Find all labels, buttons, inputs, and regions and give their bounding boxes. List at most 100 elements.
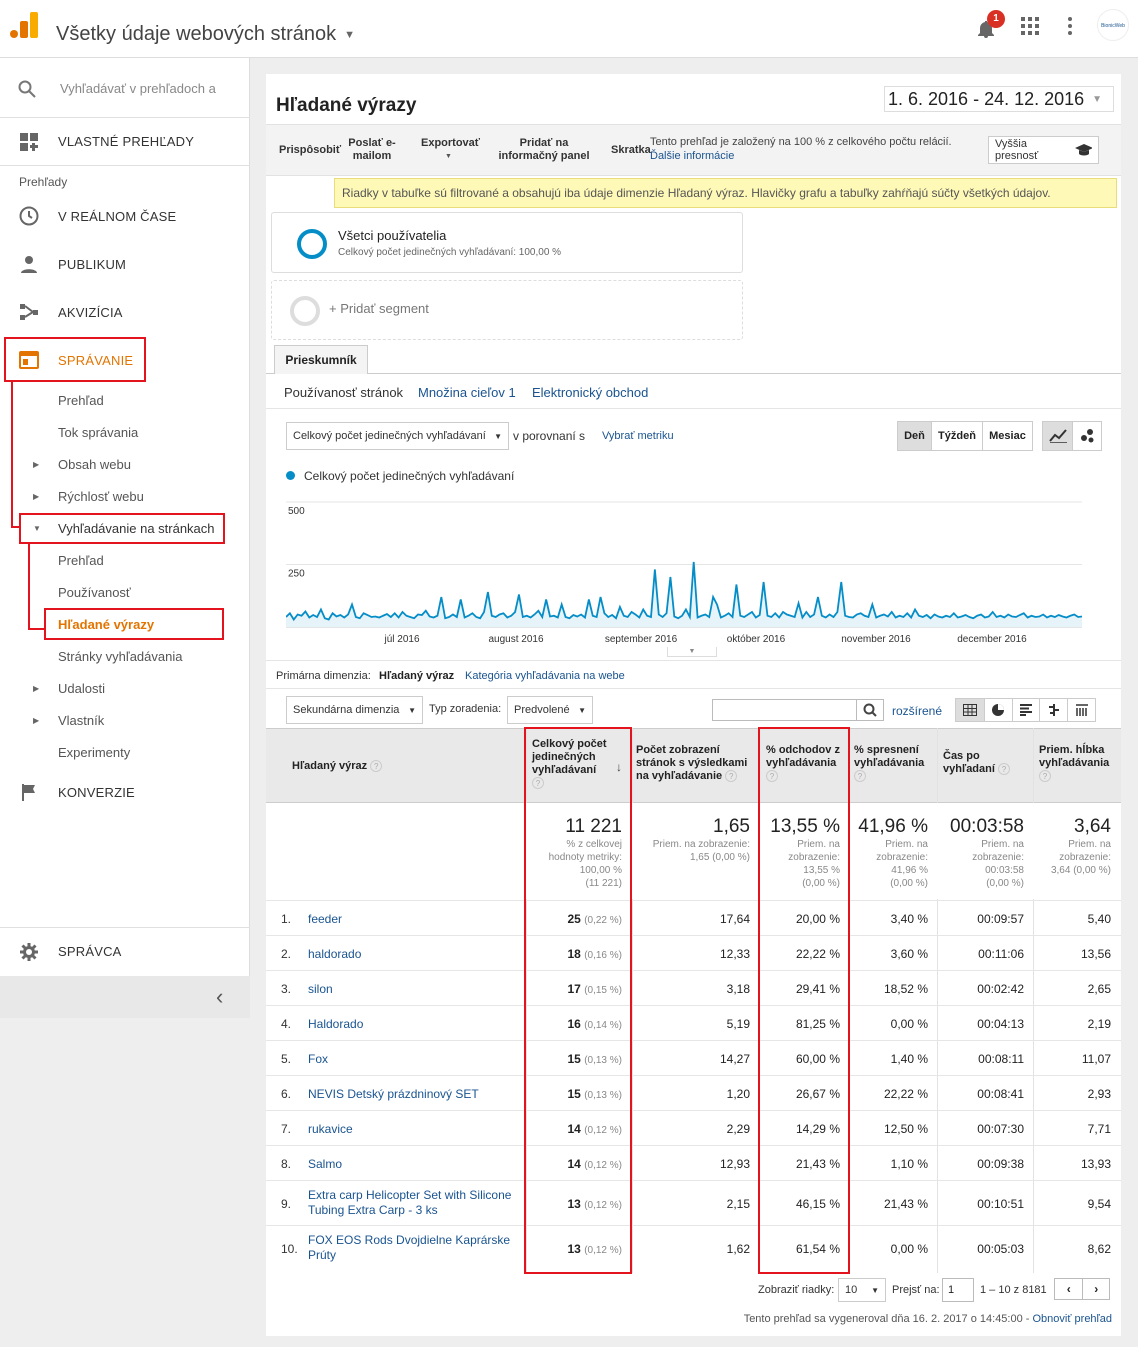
table-filter-input[interactable] — [712, 699, 857, 721]
flag-icon — [0, 783, 58, 801]
search-term-link[interactable]: FOX EOS Rods Dvojdielne Kaprárske Prúty — [308, 1233, 523, 1263]
segment-card[interactable]: Všetci používatelia Celkový počet jedine… — [271, 212, 743, 273]
table-search-button[interactable] — [856, 699, 884, 721]
period-month-button[interactable]: Mesiac — [982, 422, 1032, 450]
nav-label: V REÁLNOM ČASE — [58, 208, 177, 224]
export-button[interactable]: Exportovať — [421, 137, 480, 149]
secondary-dimension-select[interactable]: Sekundárna dimenzia ▼ — [286, 696, 423, 724]
nav-audience[interactable]: PUBLIKUM — [0, 240, 250, 288]
nav-admin[interactable]: SPRÁVCA — [0, 927, 250, 975]
nav-site-search-overview[interactable]: Prehľad — [58, 553, 104, 568]
expand-right-icon[interactable]: ▶ — [33, 492, 39, 501]
pie-view-icon[interactable] — [983, 699, 1012, 721]
more-info-link[interactable]: Ďalšie informácie — [650, 150, 734, 162]
nav-experiments[interactable]: Experimenty — [58, 745, 130, 760]
search-term-link[interactable]: Extra carp Helicopter Set with Silicone … — [308, 1188, 523, 1218]
search-term-link[interactable]: rukavice — [308, 1122, 523, 1137]
performance-view-icon[interactable] — [1011, 699, 1040, 721]
apps-grid-icon[interactable] — [1021, 17, 1039, 40]
search-input[interactable]: Vyhľadávať v prehľadoch a — [60, 81, 216, 96]
motion-chart-icon[interactable] — [1072, 422, 1101, 450]
rows-per-page-select[interactable]: 10 ▼ — [838, 1278, 886, 1302]
subtab-site-usage[interactable]: Používanosť stránok — [284, 385, 403, 400]
add-to-dashboard-button[interactable]: Pridať na informačný panel — [494, 137, 594, 163]
nav-events[interactable]: Udalosti — [58, 681, 105, 696]
primary-dimension-value[interactable]: Hľadaný výraz — [379, 670, 454, 682]
search-term-link[interactable]: Fox — [308, 1052, 523, 1067]
column-header-refinements[interactable]: % spresnení vyhľadávania? — [854, 744, 934, 783]
table-view-icon[interactable] — [956, 699, 984, 721]
prev-page-icon[interactable]: ‹ — [1055, 1279, 1082, 1299]
total-subtext: 1,65 (0,00 %) — [689, 852, 750, 863]
dashboard-icon — [0, 132, 58, 151]
pivot-view-icon[interactable] — [1067, 699, 1095, 721]
next-page-icon[interactable]: › — [1082, 1279, 1109, 1299]
total-subtext: (0,00 %) — [986, 878, 1024, 889]
add-segment[interactable]: + Pridať segment — [271, 280, 743, 340]
nav-search-pages[interactable]: Stránky vyhľadávania — [58, 649, 182, 664]
tab-explorer[interactable]: Prieskumník — [274, 345, 368, 374]
nav-behavior-overview[interactable]: Prehľad — [58, 393, 104, 408]
help-icon[interactable]: ? — [854, 770, 866, 783]
nav-site-content[interactable]: Obsah webu — [58, 457, 131, 472]
search-term-link[interactable]: NEVIS Detský prázdninový SET — [308, 1087, 523, 1102]
help-icon[interactable]: ? — [370, 760, 383, 773]
search-term-link[interactable]: Salmo — [308, 1157, 523, 1172]
property-selector[interactable]: Všetky údaje webových stránok ▼ — [56, 23, 355, 46]
date-range-picker[interactable]: 1. 6. 2016 - 24. 12. 2016 ▼ — [884, 86, 1114, 112]
customize-button[interactable]: Prispôsobiť — [279, 144, 341, 156]
collapse-sidebar-icon[interactable]: ‹ — [216, 984, 223, 1010]
expand-right-icon[interactable]: ▶ — [33, 460, 39, 469]
email-button[interactable]: Poslať e-mailom — [348, 137, 396, 163]
nav-publisher[interactable]: Vlastník — [58, 713, 104, 728]
chart-resize-handle[interactable]: ▼ — [667, 647, 717, 657]
column-header-time-after-search[interactable]: Čas po vyhľadaní ? — [943, 750, 1023, 776]
help-icon[interactable]: ? — [998, 763, 1010, 776]
line-chart-icon[interactable] — [1043, 422, 1073, 450]
help-icon[interactable]: ? — [1039, 770, 1051, 783]
column-header-search-depth[interactable]: Priem. hĺbka vyhľadávania? — [1039, 744, 1119, 783]
column-header-results-pageviews[interactable]: Počet zobrazení stránok s výsledkami na … — [636, 744, 748, 783]
nav-conversions[interactable]: KONVERZIE — [0, 768, 250, 816]
refresh-report-link[interactable]: Obnoviť prehľad — [1033, 1313, 1113, 1325]
column-header-term[interactable]: Hľadaný výraz ? — [292, 760, 383, 773]
expand-right-icon[interactable]: ▶ — [33, 684, 39, 693]
primary-dimension-alt[interactable]: Kategória vyhľadávania na webe — [465, 670, 625, 682]
nav-site-search-usage[interactable]: Používanosť — [58, 585, 131, 600]
analytics-logo-icon[interactable] — [10, 12, 38, 38]
search-term-link[interactable]: Haldorado — [308, 1017, 523, 1032]
more-vert-icon[interactable] — [1067, 16, 1073, 41]
sort-type-select[interactable]: Predvolené ▼ — [507, 696, 593, 724]
search-icon — [863, 703, 877, 717]
subtab-goal-set[interactable]: Množina cieľov 1 — [418, 385, 516, 400]
choose-metric-link[interactable]: Vybrať metriku — [602, 430, 674, 442]
search-term-link[interactable]: feeder — [308, 912, 523, 927]
nav-behavior-flow[interactable]: Tok správania — [58, 425, 138, 440]
precision-button[interactable]: Vyššia presnosť — [988, 136, 1099, 164]
period-week-button[interactable]: Týždeň — [931, 422, 982, 450]
advanced-filter-link[interactable]: rozšírené — [892, 704, 942, 718]
search-term-link[interactable]: haldorado — [308, 947, 523, 962]
account-avatar[interactable]: BionicWeb — [1097, 9, 1129, 41]
goto-page-input[interactable]: 1 — [942, 1278, 974, 1302]
nav-site-speed[interactable]: Rýchlosť webu — [58, 489, 144, 504]
column-header-label: Čas po vyhľadaní — [943, 750, 995, 775]
nav-label: KONVERZIE — [58, 784, 135, 800]
nav-realtime[interactable]: V REÁLNOM ČASE — [0, 192, 250, 240]
comparison-view-icon[interactable] — [1039, 699, 1067, 721]
divider — [266, 660, 1121, 661]
metric-cell: 5,19 — [726, 1016, 750, 1031]
metric-select[interactable]: Celkový počet jedinečných vyhľadávaní ▼ — [286, 422, 509, 450]
nav-acquisition[interactable]: AKVIZÍCIA — [0, 288, 250, 336]
search-term-link[interactable]: silon — [308, 982, 523, 997]
help-icon[interactable]: ? — [725, 770, 738, 783]
subtab-ecommerce[interactable]: Elektronický obchod — [532, 385, 648, 400]
nav-custom-reports[interactable]: VLASTNÉ PREHĽADY — [0, 118, 250, 166]
shortcut-button[interactable]: Skratka — [611, 144, 651, 156]
expand-right-icon[interactable]: ▶ — [33, 716, 39, 725]
metric-cell: 5,40 — [1087, 911, 1111, 926]
period-day-button[interactable]: Deň — [898, 422, 931, 450]
report-search[interactable]: Vyhľadávať v prehľadoch a — [0, 58, 250, 118]
reports-heading: Prehľady — [19, 175, 68, 189]
notifications-button[interactable]: 1 — [975, 10, 1005, 45]
